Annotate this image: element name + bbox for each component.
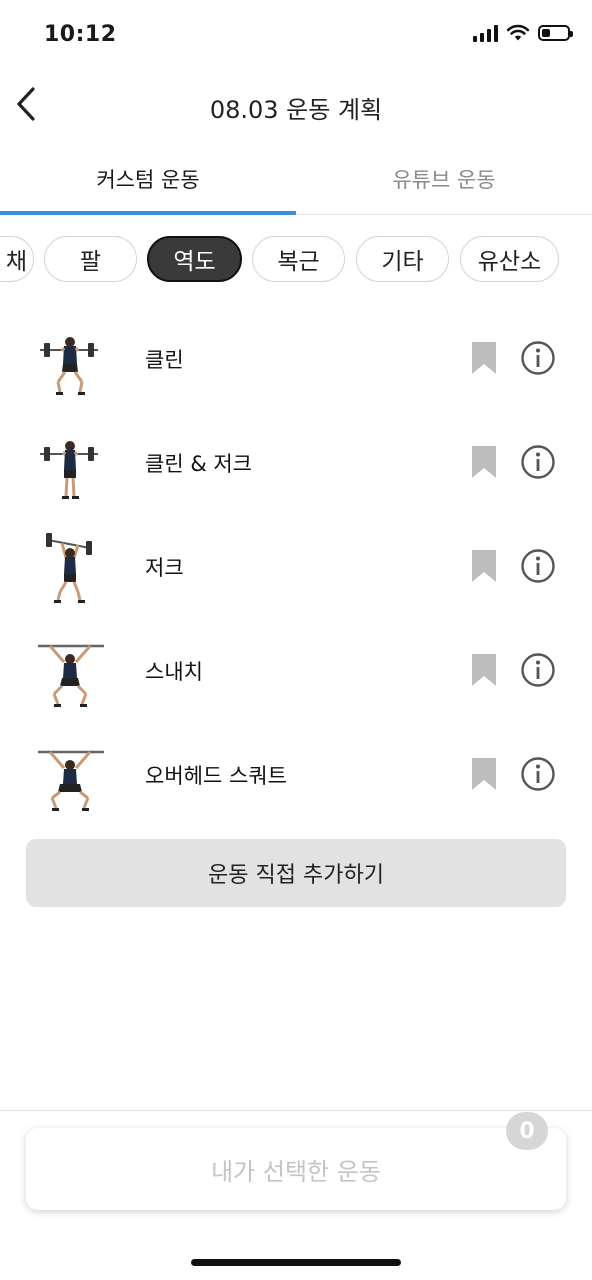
exercise-name: 오버헤드 스쿼트 [145, 764, 287, 788]
info-icon[interactable] [520, 340, 556, 376]
athlete-thumbnail [46, 533, 92, 603]
exercise-row[interactable]: 저크 [0, 514, 592, 618]
category-chips: 채 팔 역도 복근 기타 유산소 [0, 236, 592, 286]
exercise-row[interactable]: 클린 & 저크 [0, 410, 592, 514]
add-custom-exercise-button[interactable]: 운동 직접 추가하기 [26, 839, 566, 907]
page-title: 08.03 운동 계획 [209, 96, 383, 124]
header: 08.03 운동 계획 [0, 72, 592, 136]
bookmark-icon[interactable] [470, 548, 498, 584]
status-icons [473, 24, 573, 42]
my-selected-exercises-button[interactable]: 내가 선택한 운동 [26, 1128, 566, 1210]
battery-icon [538, 25, 573, 41]
exercise-row[interactable]: 오버헤드 스쿼트 [0, 722, 592, 826]
home-indicator [191, 1259, 401, 1266]
exercise-name: 스내치 [145, 660, 203, 684]
status-bar: 10:12 [0, 0, 592, 72]
bookmark-icon[interactable] [470, 652, 498, 688]
bookmark-icon[interactable] [470, 444, 498, 480]
cellular-signal-icon [473, 24, 498, 42]
bookmark-icon[interactable] [470, 340, 498, 376]
selected-count-badge: 0 [506, 1112, 548, 1150]
chip-cardio[interactable]: 유산소 [460, 236, 559, 282]
chip-category-partial[interactable]: 채 [0, 236, 34, 282]
wifi-icon [506, 24, 530, 41]
athlete-thumbnail [38, 750, 104, 811]
athlete-thumbnail [40, 337, 98, 395]
info-icon[interactable] [520, 548, 556, 584]
tab-youtube-exercise[interactable]: 유튜브 운동 [296, 148, 592, 210]
exercise-name: 저크 [145, 556, 184, 580]
info-icon[interactable] [520, 652, 556, 688]
status-time: 10:12 [44, 22, 117, 47]
info-icon[interactable] [520, 444, 556, 480]
battery-level [542, 29, 550, 37]
athlete-thumbnail [38, 644, 104, 707]
exercise-row[interactable]: 클린 [0, 306, 592, 410]
chip-etc[interactable]: 기타 [356, 236, 449, 282]
exercise-row[interactable]: 스내치 [0, 618, 592, 722]
info-icon[interactable] [520, 756, 556, 792]
exercise-name: 클린 [145, 348, 184, 372]
tab-bar: 커스텀 운동 유튜브 운동 [0, 148, 592, 215]
tab-custom-exercise[interactable]: 커스텀 운동 [0, 148, 296, 210]
exercise-name: 클린 & 저크 [145, 452, 253, 476]
active-tab-indicator [0, 211, 296, 215]
chip-abs[interactable]: 복근 [252, 236, 345, 282]
athlete-thumbnail [40, 441, 98, 499]
bottom-divider [0, 1110, 592, 1111]
bookmark-icon[interactable] [470, 756, 498, 792]
chip-arm[interactable]: 팔 [44, 236, 137, 282]
chip-weightlifting[interactable]: 역도 [147, 236, 242, 282]
